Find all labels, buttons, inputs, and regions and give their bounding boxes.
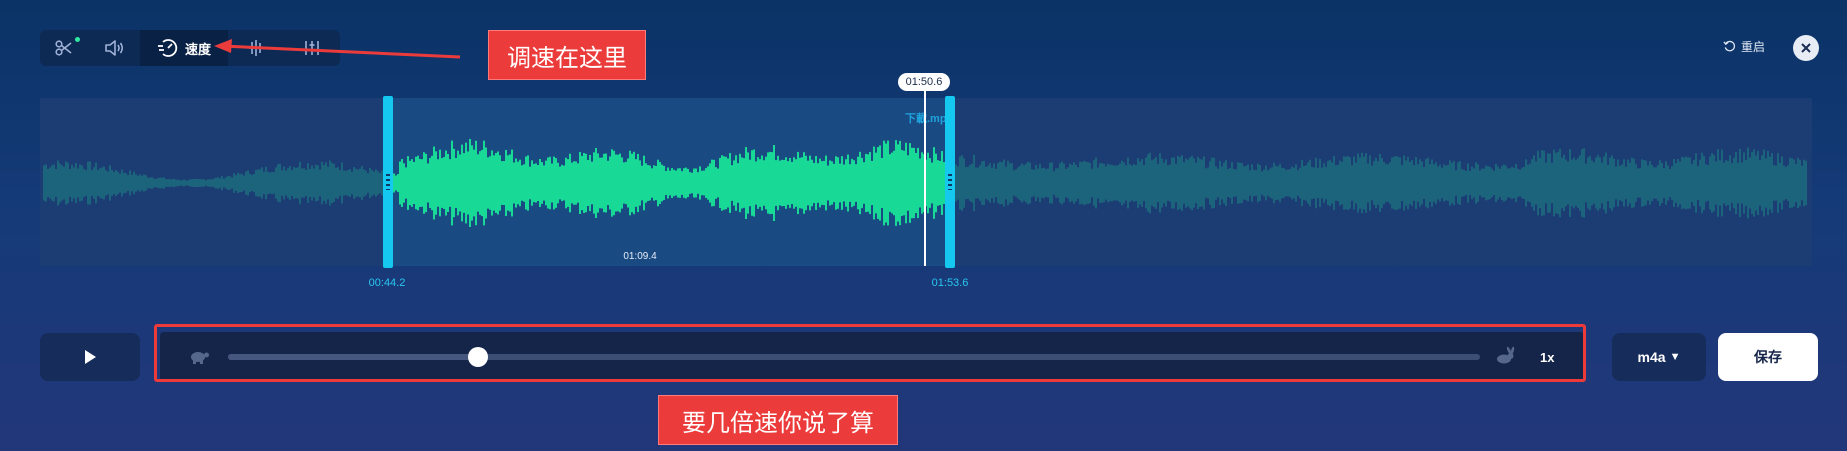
handle-grip bbox=[386, 174, 390, 190]
format-select[interactable]: m4a ▼ bbox=[1612, 333, 1706, 381]
selection-end-time: 01:53.6 bbox=[931, 277, 969, 289]
selection-start-time: 00:44.2 bbox=[368, 277, 406, 289]
save-button[interactable]: 保存 bbox=[1718, 333, 1818, 381]
speed-tip-callout: 调速在这里 bbox=[488, 30, 646, 80]
selection-duration: 01:09.4 bbox=[623, 251, 657, 262]
handle-grip bbox=[948, 174, 952, 190]
selection-end-handle[interactable] bbox=[945, 96, 955, 268]
playhead-time: 01:50.6 bbox=[898, 73, 950, 91]
selection-start-handle[interactable] bbox=[383, 96, 393, 268]
play-button[interactable] bbox=[40, 333, 140, 381]
playhead[interactable] bbox=[924, 90, 926, 266]
chevron-down-icon: ▼ bbox=[1669, 351, 1681, 363]
slider-highlight-frame bbox=[154, 324, 1586, 382]
play-icon bbox=[85, 350, 96, 364]
slider-tip-callout: 要几倍速你说了算 bbox=[658, 395, 898, 445]
format-label: m4a bbox=[1637, 349, 1666, 365]
